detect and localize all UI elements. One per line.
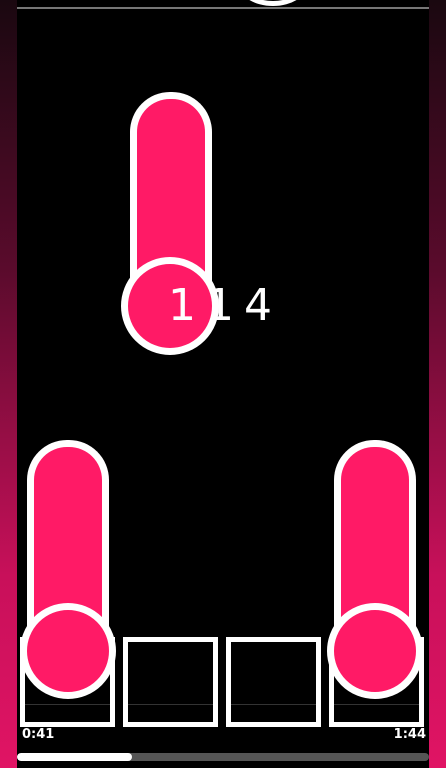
left-side-gradient [0, 0, 17, 768]
song-progress-fill [17, 753, 133, 761]
top-divider [17, 7, 429, 9]
time-elapsed: 0:41 [22, 727, 55, 742]
combo-counter: 114 [168, 280, 282, 331]
song-progress-bar [17, 753, 429, 761]
hold-note-head-lane-1 [20, 603, 116, 699]
lane-hit-box-2[interactable] [123, 637, 218, 727]
lane-hit-box-3[interactable] [226, 637, 321, 727]
time-total: 1:44 [393, 727, 426, 742]
right-side-gradient [429, 0, 446, 768]
hold-note-head-lane-4 [327, 603, 423, 699]
